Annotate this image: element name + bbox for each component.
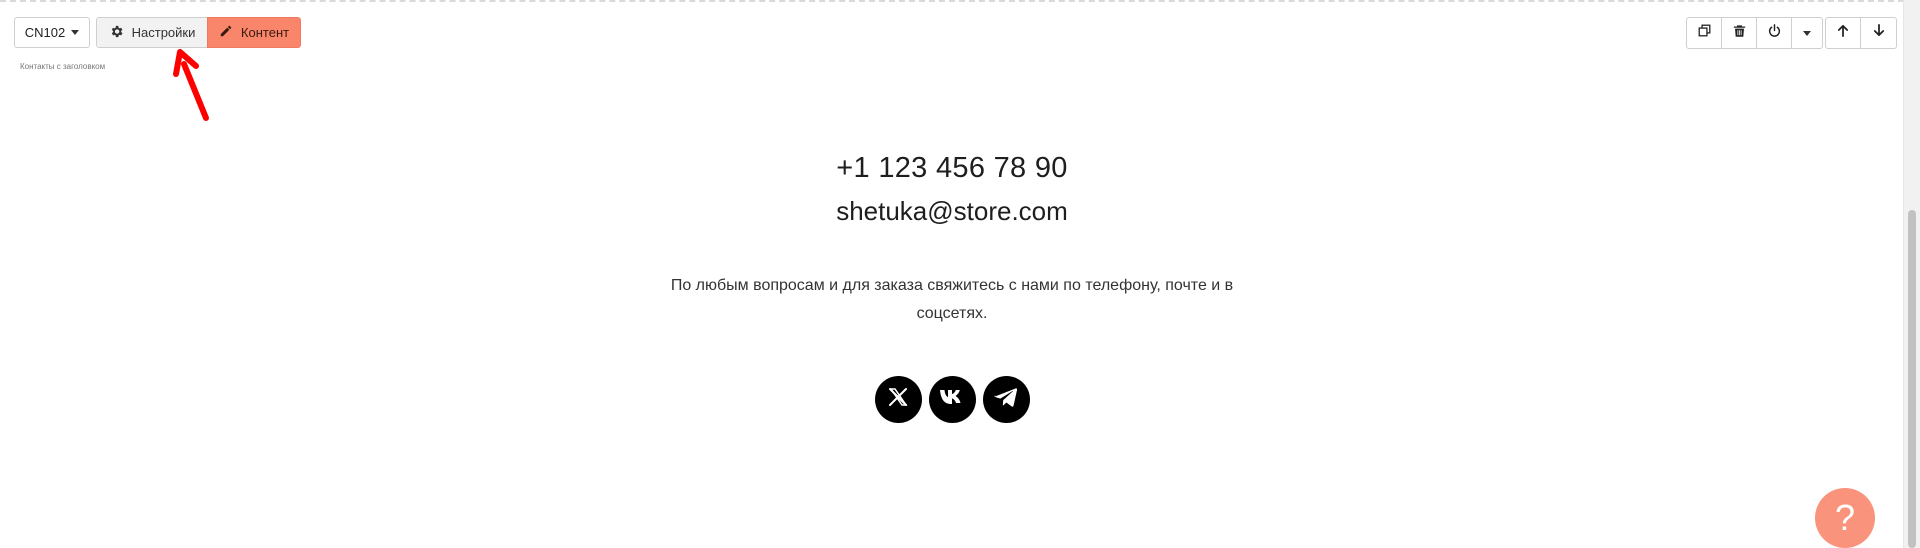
block-top-border [0,0,1904,2]
content-label: Контент [240,25,290,40]
block-code-select[interactable]: CN102 [14,17,90,48]
pencil-icon [219,24,233,41]
block-mode-toggle: Настройки Контент [96,17,301,48]
move-down-button[interactable] [1861,18,1896,48]
contact-description: По любым вопросам и для заказа свяжитесь… [670,277,1234,322]
telegram-icon [994,386,1018,413]
page-scrollbar[interactable] [1903,0,1920,548]
contact-email[interactable]: shetuka@store.com [0,196,1904,227]
content-button[interactable]: Контент [207,17,301,48]
trash-icon [1733,24,1746,43]
telegram-link[interactable] [982,376,1030,423]
arrow-down-icon [1873,24,1885,42]
block-actions-group [1686,17,1823,49]
x-icon [886,385,910,414]
delete-button[interactable] [1722,18,1757,48]
x-link[interactable] [874,376,922,423]
toggle-visibility-button[interactable] [1757,18,1792,48]
more-actions-button[interactable] [1792,18,1822,48]
settings-label: Настройки [131,25,196,40]
block-caption: Контакты с заголовком [20,62,106,71]
help-icon: ? [1834,497,1856,538]
duplicate-icon [1698,24,1711,42]
scrollbar-thumb[interactable] [1908,210,1916,548]
annotation-arrow [170,48,210,128]
arrow-up-icon [1837,24,1849,42]
move-up-button[interactable] [1826,18,1861,48]
gear-icon [109,24,124,42]
social-links [0,376,1904,423]
contact-phone[interactable]: +1 123 456 78 90 [0,152,1904,185]
caret-down-icon [71,30,80,35]
settings-button[interactable]: Настройки [96,17,207,48]
caret-down-icon [1803,30,1811,36]
help-button[interactable]: ? [1815,488,1875,548]
vk-icon [939,389,965,410]
vk-link[interactable] [928,376,976,423]
block-code-label: CN102 [24,25,66,40]
power-icon [1768,24,1781,42]
duplicate-button[interactable] [1687,18,1722,48]
block-move-group [1825,17,1897,49]
